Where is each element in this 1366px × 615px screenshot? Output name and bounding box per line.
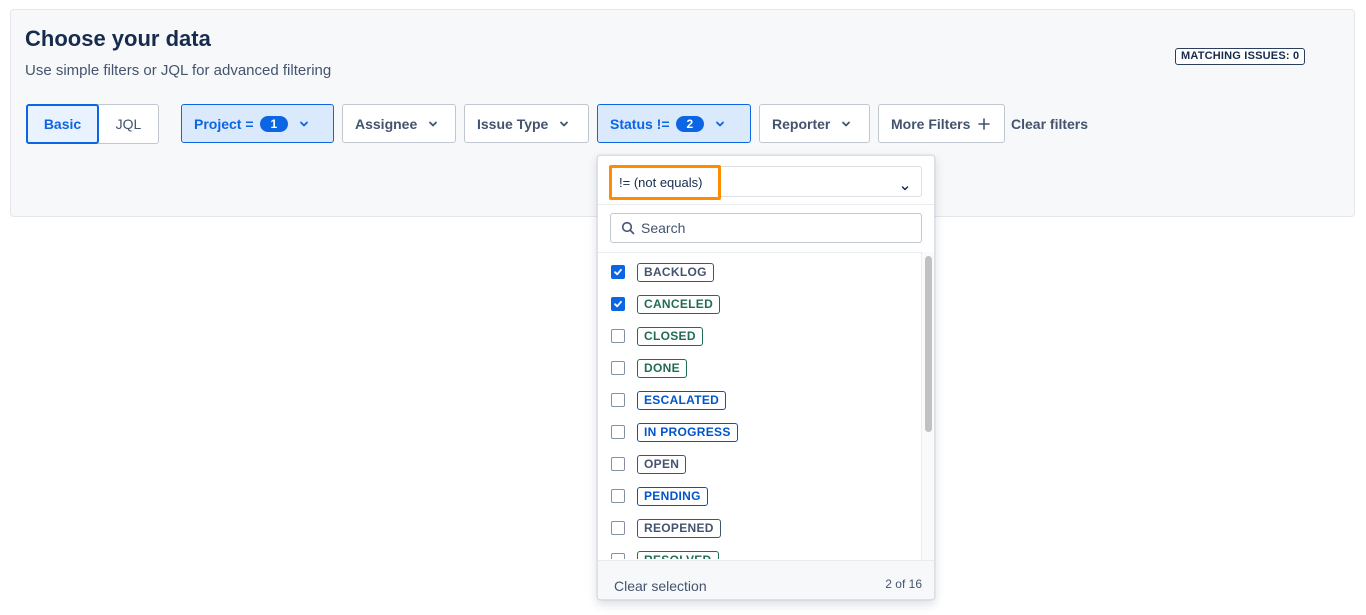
chevron-down-icon	[714, 118, 726, 130]
status-lozenge: CANCELED	[637, 294, 721, 314]
checkbox[interactable]	[611, 521, 625, 535]
caret-down-icon	[901, 179, 909, 191]
chevron-down-icon	[427, 118, 439, 130]
status-lozenge: REOPENED	[637, 518, 721, 538]
project-filter-label: Project =	[194, 115, 254, 132]
more-filters-button[interactable]: More Filters	[878, 104, 1005, 143]
matching-issues-badge: MATCHING ISSUES: 0	[1175, 48, 1306, 65]
status-search-box	[610, 213, 922, 243]
checkbox-checked[interactable]	[611, 297, 625, 311]
issue-type-filter-label: Issue Type	[477, 115, 549, 132]
checkbox[interactable]	[611, 393, 625, 407]
status-option[interactable]: OPEN	[611, 454, 687, 474]
status-lozenge: ESCALATED	[637, 390, 727, 410]
status-lozenge: PENDING	[637, 486, 708, 506]
status-count-badge: 2	[675, 115, 705, 132]
status-filter-button[interactable]: Status != 2	[597, 104, 751, 143]
plus-icon	[978, 117, 991, 130]
checkbox[interactable]	[611, 553, 625, 559]
dropdown-footer: Clear selection 2 of 16	[598, 560, 934, 599]
project-count-badge: 1	[259, 115, 289, 132]
chevron-down-icon	[298, 118, 310, 130]
status-list-scrollbar[interactable]	[921, 252, 934, 560]
mode-toggle: Basic JQL	[26, 104, 159, 144]
status-option[interactable]: ESCALATED	[611, 390, 727, 410]
checkbox[interactable]	[611, 329, 625, 343]
reporter-filter-button[interactable]: Reporter	[759, 104, 870, 143]
status-lozenge: CLOSED	[637, 326, 703, 346]
more-filters-label: More Filters	[891, 115, 971, 132]
checkbox[interactable]	[611, 457, 625, 471]
checkbox-checked[interactable]	[611, 265, 625, 279]
status-lozenge: DONE	[637, 358, 687, 378]
jql-mode-button[interactable]: JQL	[99, 105, 158, 143]
status-option[interactable]: REOPENED	[611, 518, 721, 538]
selection-count: 2 of 16	[885, 577, 922, 591]
divider	[598, 204, 934, 205]
clear-filters-button[interactable]: Clear filters	[1011, 116, 1088, 132]
issue-type-filter-button[interactable]: Issue Type	[464, 104, 589, 143]
scrollbar-thumb[interactable]	[925, 256, 932, 432]
status-lozenge: IN PROGRESS	[637, 422, 738, 442]
page-subtitle: Use simple filters or JQL for advanced f…	[25, 62, 332, 79]
status-option[interactable]: BACKLOG	[611, 262, 714, 282]
status-search-input[interactable]	[641, 220, 911, 236]
status-option[interactable]: CANCELED	[611, 294, 721, 314]
operator-value: != (not equals)	[619, 175, 703, 190]
checkbox[interactable]	[611, 489, 625, 503]
project-filter-button[interactable]: Project = 1	[181, 104, 334, 143]
basic-mode-button[interactable]: Basic	[26, 104, 99, 144]
assignee-filter-button[interactable]: Assignee	[342, 104, 456, 143]
checkbox[interactable]	[611, 425, 625, 439]
status-lozenge: BACKLOG	[637, 262, 714, 282]
assignee-filter-label: Assignee	[355, 115, 418, 132]
status-lozenge: RESOLVED	[637, 550, 719, 559]
search-icon	[621, 221, 635, 235]
chevron-down-icon	[840, 118, 852, 130]
status-filter-dropdown: != (not equals) BACKLOG CANCELED CLOSED DON…	[597, 155, 935, 600]
status-option[interactable]: CLOSED	[611, 326, 703, 346]
status-option[interactable]: DONE	[611, 358, 687, 378]
checkbox[interactable]	[611, 361, 625, 375]
status-options-list: BACKLOG CANCELED CLOSED DONE ESCALATED IN PRO…	[598, 253, 920, 559]
status-option[interactable]: RESOLVED	[611, 550, 719, 559]
chevron-down-icon	[558, 118, 570, 130]
status-option[interactable]: PENDING	[611, 486, 708, 506]
page-title: Choose your data	[25, 26, 211, 51]
status-filter-label: Status !=	[610, 115, 670, 132]
status-option[interactable]: IN PROGRESS	[611, 422, 738, 442]
clear-selection-button[interactable]: Clear selection	[614, 578, 707, 594]
reporter-filter-label: Reporter	[772, 115, 831, 132]
status-lozenge: OPEN	[637, 454, 687, 474]
operator-select[interactable]: != (not equals)	[609, 165, 922, 200]
